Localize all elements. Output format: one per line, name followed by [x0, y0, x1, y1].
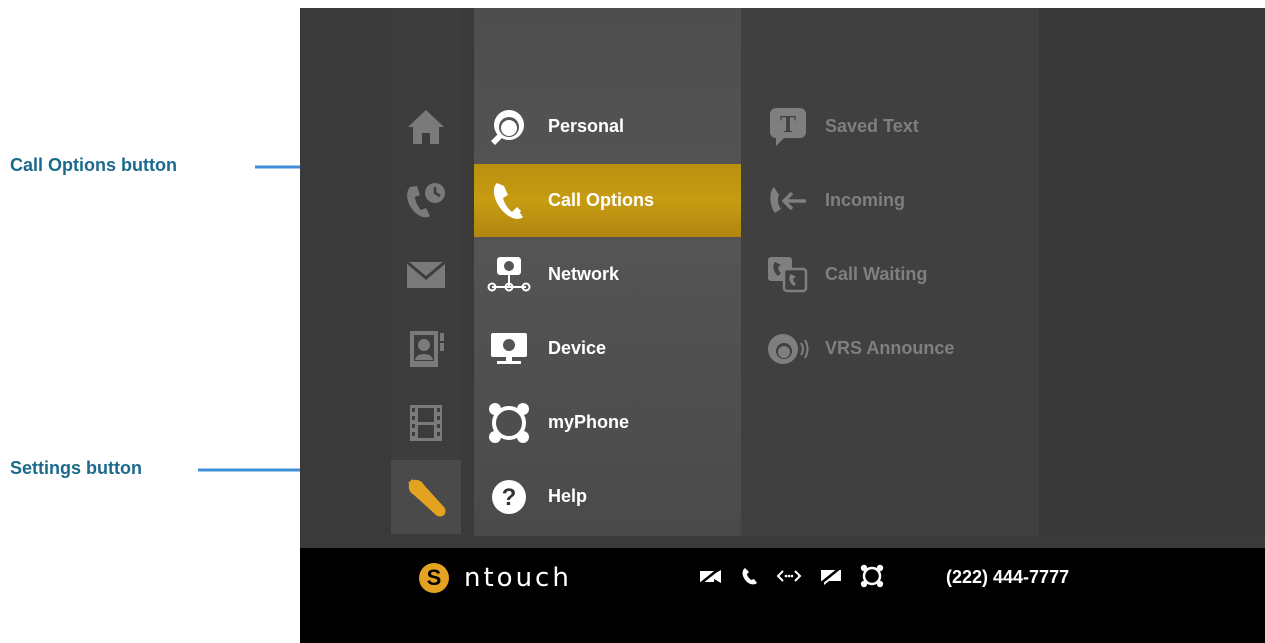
network-icon	[486, 252, 532, 298]
phone-number: (222) 444-7777	[946, 567, 1070, 587]
main-icon-bar	[391, 8, 461, 534]
phone-icon[interactable]	[740, 566, 760, 586]
home-button[interactable]	[391, 90, 461, 164]
mail-button[interactable]	[391, 238, 461, 312]
myphone-icon	[486, 400, 532, 446]
submenu-label-call-waiting: Call Waiting	[825, 264, 928, 284]
menu-item-device[interactable]: Device	[474, 312, 741, 385]
submenu-item-vrs-announce[interactable]: VRS Announce	[741, 312, 1039, 385]
menu-item-myphone[interactable]: myPhone	[474, 386, 741, 459]
help-icon: ?	[486, 474, 532, 520]
menu-label-call-options: Call Options	[548, 190, 655, 210]
menu-label-personal: Personal	[548, 116, 625, 136]
submenu-label-vrs-announce: VRS Announce	[825, 338, 955, 358]
brand-name: ntouch	[464, 563, 572, 593]
video-film-icon	[410, 405, 442, 441]
settings-menu: Personal Call Options Network Device myP…	[474, 8, 741, 536]
svg-text:T: T	[780, 112, 796, 138]
message-off-icon[interactable]	[818, 566, 844, 586]
svg-text:?: ?	[502, 484, 517, 511]
menu-item-call-options[interactable]: Call Options	[474, 164, 741, 237]
menu-item-help[interactable]: ? Help	[474, 460, 741, 533]
mail-icon	[406, 260, 446, 288]
contacts-icon	[410, 331, 444, 367]
call-history-icon	[407, 183, 445, 218]
network-arrows-icon[interactable]	[776, 566, 802, 586]
sorenson-logo-icon: S	[419, 563, 449, 593]
menu-label-myphone: myPhone	[548, 412, 630, 432]
menu-label-help: Help	[548, 486, 588, 506]
home-icon	[408, 110, 444, 144]
menu-label-device: Device	[548, 338, 607, 358]
call-history-button[interactable]	[391, 164, 461, 238]
video-center-button[interactable]	[391, 386, 461, 460]
call-options-callout: Call Options button	[10, 155, 177, 175]
content-pane	[1039, 8, 1265, 536]
menu-item-personal[interactable]: Personal	[474, 90, 741, 163]
video-privacy-off-icon[interactable]	[698, 566, 724, 586]
settings-button[interactable]	[391, 460, 461, 534]
settings-callout: Settings button	[10, 458, 142, 478]
menu-item-network[interactable]: Network	[474, 238, 741, 311]
status-bar: S ntouch (222) 444-7777	[300, 548, 1265, 643]
submenu-label-incoming: Incoming	[825, 190, 905, 210]
device-icon	[486, 326, 532, 372]
menu-label-network: Network	[548, 264, 620, 284]
incoming-call-icon	[765, 179, 811, 223]
submenu-item-saved-text[interactable]: T Saved Text	[741, 90, 1039, 163]
myphone-ring-icon[interactable]	[860, 564, 884, 588]
device-screen: Personal Call Options Network Device myP…	[300, 8, 1265, 643]
brand: S ntouch	[418, 562, 572, 594]
call-options-icon	[486, 178, 532, 224]
status-icons	[698, 564, 884, 588]
vrs-announce-icon	[765, 327, 811, 371]
wrench-icon	[408, 479, 446, 517]
svg-text:S: S	[427, 565, 442, 590]
call-waiting-icon	[765, 253, 811, 297]
personal-settings-icon	[486, 104, 532, 150]
submenu-item-call-waiting[interactable]: Call Waiting	[741, 238, 1039, 311]
contacts-button[interactable]	[391, 312, 461, 386]
submenu-label-saved-text: Saved Text	[825, 116, 919, 136]
call-options-submenu: T Saved Text Incoming Call Waiting VRS A…	[741, 8, 1039, 536]
submenu-item-incoming[interactable]: Incoming	[741, 164, 1039, 237]
saved-text-icon: T	[765, 105, 811, 149]
